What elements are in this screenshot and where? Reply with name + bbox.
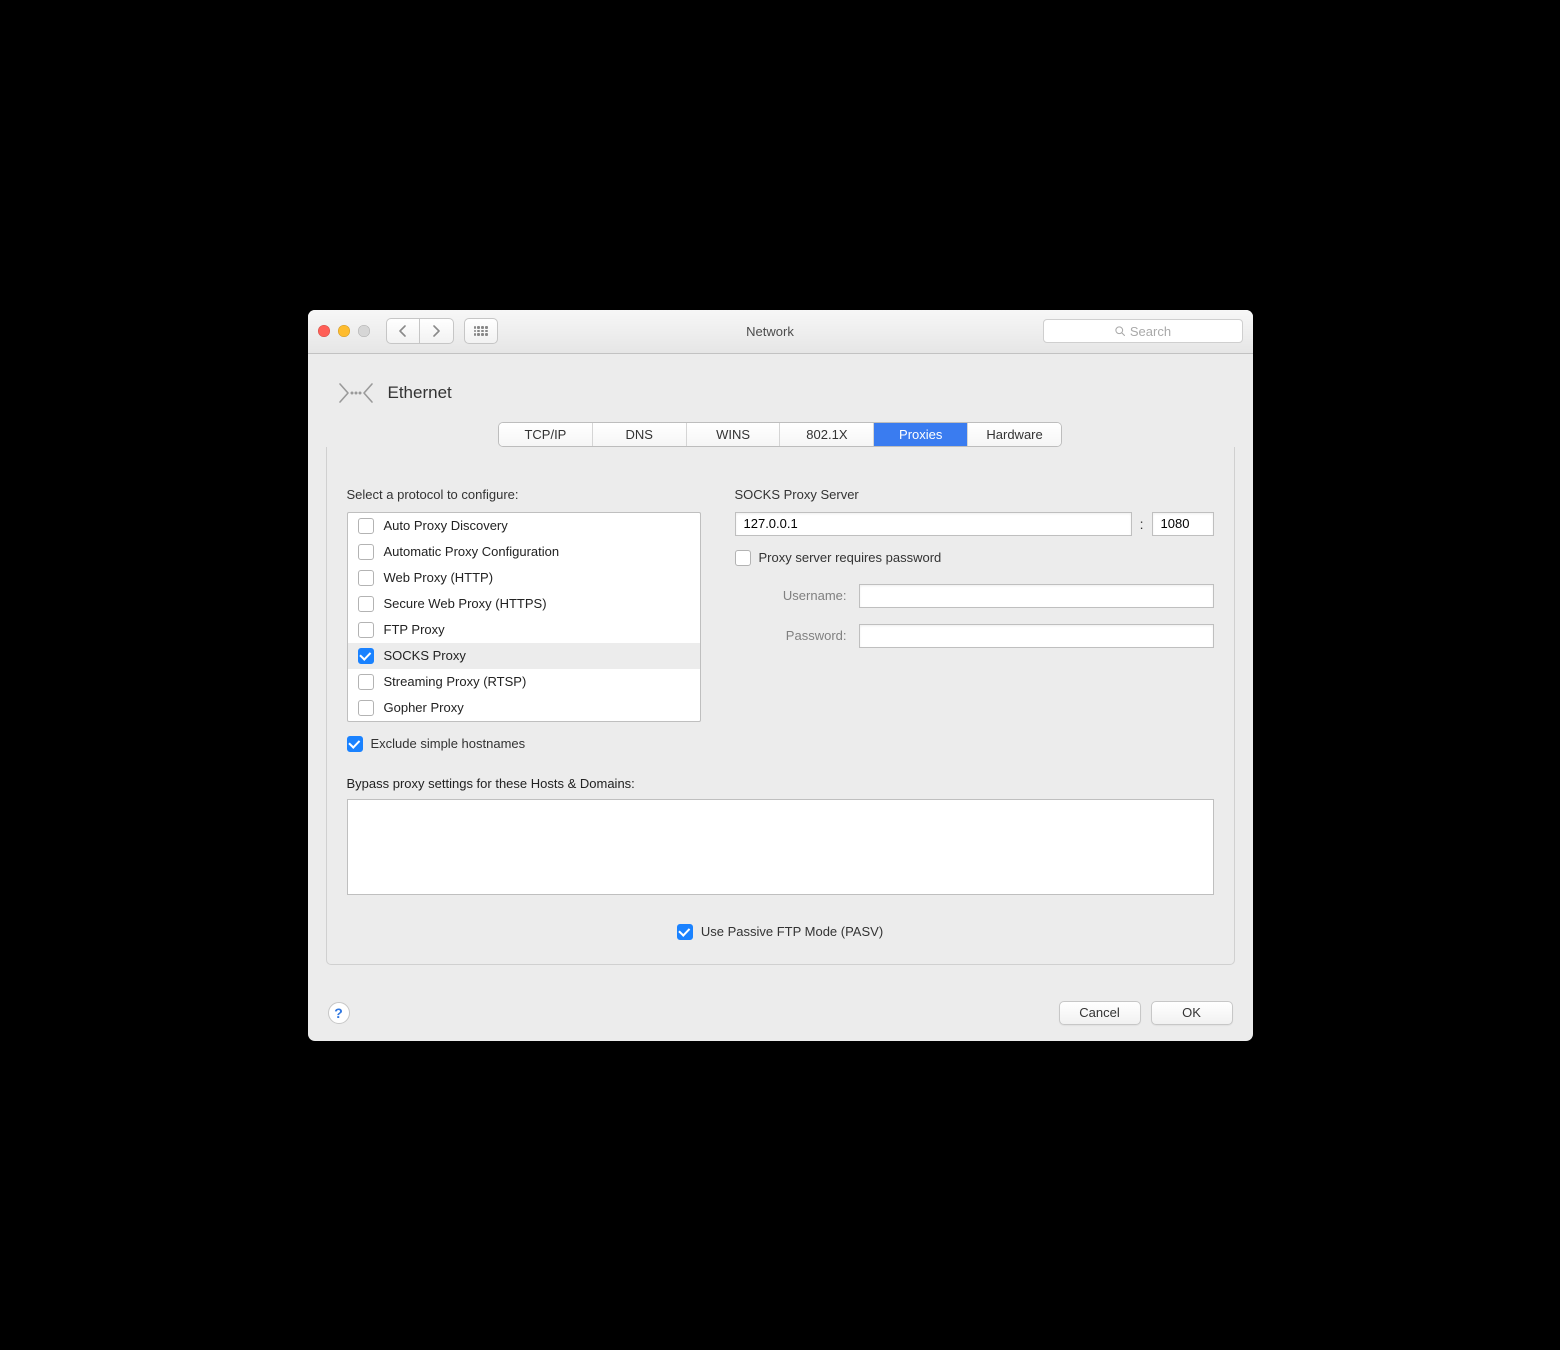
tab-wins[interactable]: WINS xyxy=(687,423,781,446)
proxies-panel: Select a protocol to configure: Auto Pro… xyxy=(326,447,1235,965)
grid-icon xyxy=(474,326,488,336)
protocol-row-rtsp[interactable]: Streaming Proxy (RTSP) xyxy=(348,669,700,695)
protocol-checkbox[interactable] xyxy=(358,700,374,716)
bypass-label: Bypass proxy settings for these Hosts & … xyxy=(347,776,1214,791)
protocol-checkbox[interactable] xyxy=(358,674,374,690)
exclude-simple-label: Exclude simple hostnames xyxy=(371,736,526,751)
protocol-row-gopher[interactable]: Gopher Proxy xyxy=(348,695,700,721)
tab-hardware[interactable]: Hardware xyxy=(968,423,1061,446)
protocol-checkbox[interactable] xyxy=(358,596,374,612)
username-input[interactable] xyxy=(859,584,1214,608)
bypass-textarea[interactable] xyxy=(347,799,1214,895)
forward-button[interactable] xyxy=(420,318,454,344)
help-button[interactable]: ? xyxy=(328,1002,350,1024)
protocol-label: Web Proxy (HTTP) xyxy=(384,570,494,585)
titlebar: Network Search xyxy=(308,310,1253,354)
chevron-left-icon xyxy=(398,325,407,337)
proxy-port-input[interactable] xyxy=(1152,512,1214,536)
protocol-label: Gopher Proxy xyxy=(384,700,464,715)
close-window-button[interactable] xyxy=(318,325,330,337)
search-placeholder: Search xyxy=(1130,324,1171,339)
proxy-host-input[interactable] xyxy=(735,512,1132,536)
server-section-label: SOCKS Proxy Server xyxy=(735,487,1214,502)
back-button[interactable] xyxy=(386,318,420,344)
content: TCP/IP DNS WINS 802.1X Proxies Hardware … xyxy=(308,422,1253,989)
protocol-label: Streaming Proxy (RTSP) xyxy=(384,674,527,689)
select-protocol-label: Select a protocol to configure: xyxy=(347,487,701,502)
tab-8021x[interactable]: 802.1X xyxy=(780,423,874,446)
protocol-label: SOCKS Proxy xyxy=(384,648,466,663)
protocol-label: Automatic Proxy Configuration xyxy=(384,544,560,559)
minimize-window-button[interactable] xyxy=(338,325,350,337)
protocol-row-https[interactable]: Secure Web Proxy (HTTPS) xyxy=(348,591,700,617)
requires-password-checkbox[interactable] xyxy=(735,550,751,566)
protocol-label: Secure Web Proxy (HTTPS) xyxy=(384,596,547,611)
chevron-right-icon xyxy=(432,325,441,337)
protocol-row-auto-discovery[interactable]: Auto Proxy Discovery xyxy=(348,513,700,539)
protocol-checkbox[interactable] xyxy=(358,544,374,560)
preferences-window: Network Search Ethernet TCP/IP DNS WINS … xyxy=(308,310,1253,1041)
host-port-separator: : xyxy=(1140,516,1144,532)
protocol-row-socks[interactable]: SOCKS Proxy xyxy=(348,643,700,669)
protocol-row-http[interactable]: Web Proxy (HTTP) xyxy=(348,565,700,591)
ethernet-icon xyxy=(336,378,376,408)
search-field[interactable]: Search xyxy=(1043,319,1243,343)
protocol-checkbox[interactable] xyxy=(358,622,374,638)
tabs: TCP/IP DNS WINS 802.1X Proxies Hardware xyxy=(498,422,1062,447)
exclude-simple-checkbox[interactable] xyxy=(347,736,363,752)
window-controls xyxy=(318,325,370,337)
panel-header: Ethernet xyxy=(308,354,1253,422)
show-all-button[interactable] xyxy=(464,318,498,344)
protocol-label: Auto Proxy Discovery xyxy=(384,518,508,533)
protocol-label: FTP Proxy xyxy=(384,622,445,637)
tab-dns[interactable]: DNS xyxy=(593,423,687,446)
cancel-button[interactable]: Cancel xyxy=(1059,1001,1141,1025)
search-icon xyxy=(1114,325,1126,337)
username-label: Username: xyxy=(735,588,847,603)
nav-buttons xyxy=(386,318,454,344)
protocol-row-auto-config[interactable]: Automatic Proxy Configuration xyxy=(348,539,700,565)
tab-tcpip[interactable]: TCP/IP xyxy=(499,423,593,446)
window-title: Network xyxy=(508,324,1033,339)
password-label: Password: xyxy=(735,628,847,643)
ok-button[interactable]: OK xyxy=(1151,1001,1233,1025)
password-input[interactable] xyxy=(859,624,1214,648)
protocol-checkbox[interactable] xyxy=(358,518,374,534)
pasv-label: Use Passive FTP Mode (PASV) xyxy=(701,924,883,939)
protocol-checkbox[interactable] xyxy=(358,648,374,664)
tab-proxies[interactable]: Proxies xyxy=(874,423,968,446)
protocol-row-ftp[interactable]: FTP Proxy xyxy=(348,617,700,643)
interface-name: Ethernet xyxy=(388,383,452,403)
protocol-checkbox[interactable] xyxy=(358,570,374,586)
footer: ? Cancel OK xyxy=(308,989,1253,1041)
zoom-window-button[interactable] xyxy=(358,325,370,337)
pasv-checkbox[interactable] xyxy=(677,924,693,940)
protocol-list[interactable]: Auto Proxy Discovery Automatic Proxy Con… xyxy=(347,512,701,722)
requires-password-label: Proxy server requires password xyxy=(759,550,942,565)
